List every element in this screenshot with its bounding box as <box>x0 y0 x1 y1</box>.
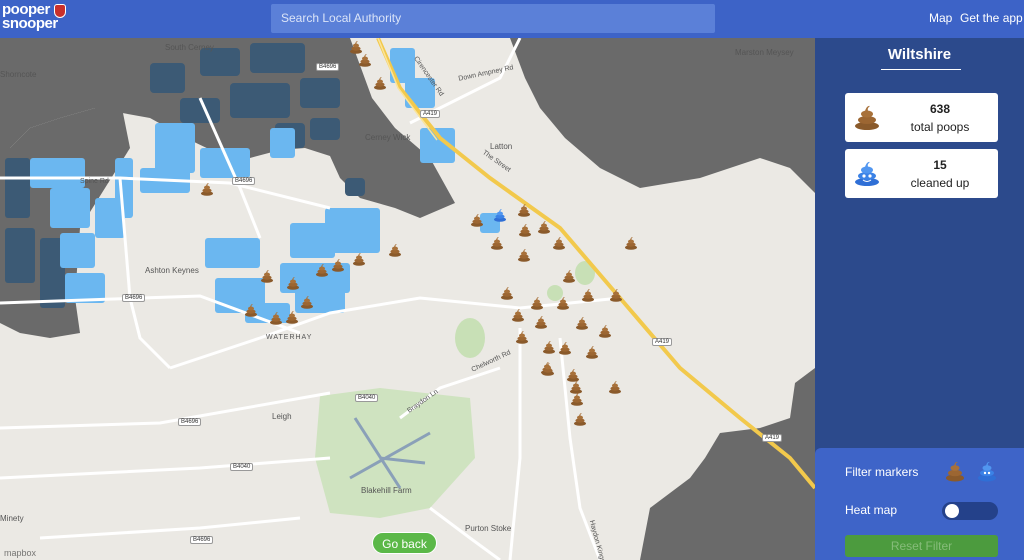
total-poops-value: 638 <box>929 102 951 116</box>
poop-marker-icon[interactable] <box>517 248 531 262</box>
poop-marker-icon[interactable] <box>315 263 329 277</box>
poop-marker-icon[interactable] <box>500 286 514 300</box>
place-label: Shorncote <box>0 70 37 79</box>
place-label: Ashton Keynes <box>145 266 199 275</box>
place-label: South Cerney <box>165 43 214 52</box>
place-label: Marston Meysey <box>735 48 794 57</box>
poop-brown-icon <box>855 105 879 130</box>
filter-panel: Filter markers Heat map Reset Filter <box>815 448 1024 560</box>
place-label: Minety <box>0 514 24 523</box>
poop-marker-icon[interactable] <box>562 269 576 283</box>
poop-marker-icon[interactable] <box>534 315 548 329</box>
cleaned-poop-marker-icon[interactable] <box>493 208 507 222</box>
filter-markers-label: Filter markers <box>845 465 919 479</box>
poop-marker-icon[interactable] <box>358 53 372 67</box>
stat-card-cleaned: 15 cleaned up <box>845 149 998 198</box>
title-underline <box>881 69 961 70</box>
total-poops-label: total poops <box>910 120 970 134</box>
go-back-button[interactable]: Go back <box>372 532 437 554</box>
poop-marker-icon[interactable] <box>470 213 484 227</box>
poop-marker-icon[interactable] <box>552 236 566 250</box>
poop-marker-icon[interactable] <box>518 223 532 237</box>
cleaned-up-value: 15 <box>933 158 947 172</box>
poop-marker-icon[interactable] <box>352 252 366 266</box>
toggle-knob <box>945 504 959 518</box>
poop-marker-icon[interactable] <box>530 296 544 310</box>
nav-map-link[interactable]: Map <box>929 11 952 25</box>
stat-card-total: 638 total poops <box>845 93 998 142</box>
poop-marker-icon[interactable] <box>349 40 363 54</box>
poop-marker-icon[interactable] <box>608 380 622 394</box>
road-tag: B4696 <box>316 63 340 71</box>
poop-marker-icon[interactable] <box>624 236 638 250</box>
poop-marker-icon[interactable] <box>598 324 612 338</box>
top-bar: pooper snooper Map Get the app <box>0 0 1024 38</box>
poop-marker-icon[interactable] <box>609 288 623 302</box>
road-tag: B4696 <box>232 177 256 185</box>
road-tag: A419 <box>762 434 783 442</box>
place-label: Cerney Wick <box>365 133 411 142</box>
poop-marker-icon[interactable] <box>558 341 572 355</box>
region-title: Wiltshire <box>887 46 952 63</box>
map-canvas[interactable]: South Cerney Shorncote Cerney Wick Latto… <box>0 38 815 560</box>
poop-marker-icon[interactable] <box>300 295 314 309</box>
poop-marker-icon[interactable] <box>537 220 551 234</box>
road-tag: A419 <box>420 110 441 118</box>
logo[interactable]: pooper snooper <box>2 2 72 35</box>
mapbox-attribution[interactable]: mapbox <box>4 548 36 558</box>
poop-marker-icon[interactable] <box>269 311 283 325</box>
road-tag: B4696 <box>122 294 146 302</box>
poop-marker-icon[interactable] <box>373 76 387 90</box>
poop-marker-icon[interactable] <box>285 310 299 324</box>
road-tag: B4696 <box>190 536 214 544</box>
place-label: Latton <box>490 142 513 151</box>
poop-marker-icon[interactable] <box>541 362 555 376</box>
road-tag: B4696 <box>178 418 202 426</box>
poop-marker-icon[interactable] <box>573 412 587 426</box>
search-input[interactable] <box>271 4 715 33</box>
poop-marker-icon[interactable] <box>570 392 584 406</box>
filter-brown-poop-icon[interactable] <box>945 460 965 482</box>
poop-marker-icon[interactable] <box>542 340 556 354</box>
poop-marker-icon[interactable] <box>331 258 345 272</box>
poop-marker-icon[interactable] <box>585 345 599 359</box>
place-label: Leigh <box>272 412 292 421</box>
poop-marker-icon[interactable] <box>260 269 274 283</box>
place-label: Purton Stoke <box>465 524 512 533</box>
filter-blue-poop-icon[interactable] <box>977 460 997 482</box>
poop-marker-icon[interactable] <box>517 203 531 217</box>
poop-marker-icon[interactable] <box>515 330 529 344</box>
poop-marker-icon[interactable] <box>286 276 300 290</box>
poop-marker-icon[interactable] <box>244 303 258 317</box>
poop-marker-icon[interactable] <box>575 316 589 330</box>
road-tag: B4040 <box>355 394 379 402</box>
road-tag: A419 <box>652 338 673 346</box>
poop-marker-icon[interactable] <box>581 288 595 302</box>
road-label: Spine Rd <box>80 178 109 185</box>
nav-get-app-link[interactable]: Get the app <box>960 11 1023 25</box>
logo-badge-icon <box>54 4 66 18</box>
poop-marker-icon[interactable] <box>200 182 214 196</box>
place-label: WATERHAY <box>266 334 313 341</box>
cleaned-up-label: cleaned up <box>910 176 970 190</box>
poop-marker-icon[interactable] <box>556 296 570 310</box>
poop-marker-icon[interactable] <box>511 308 525 322</box>
poop-marker-icon[interactable] <box>388 243 402 257</box>
heat-map-label: Heat map <box>845 503 898 517</box>
heat-map-toggle[interactable] <box>942 502 998 520</box>
poop-marker-icon[interactable] <box>490 236 504 250</box>
place-label: Blakehill Farm <box>361 486 412 495</box>
reset-filter-button[interactable]: Reset Filter <box>845 535 998 557</box>
poop-blue-icon <box>855 161 879 186</box>
road-tag: B4040 <box>230 463 254 471</box>
